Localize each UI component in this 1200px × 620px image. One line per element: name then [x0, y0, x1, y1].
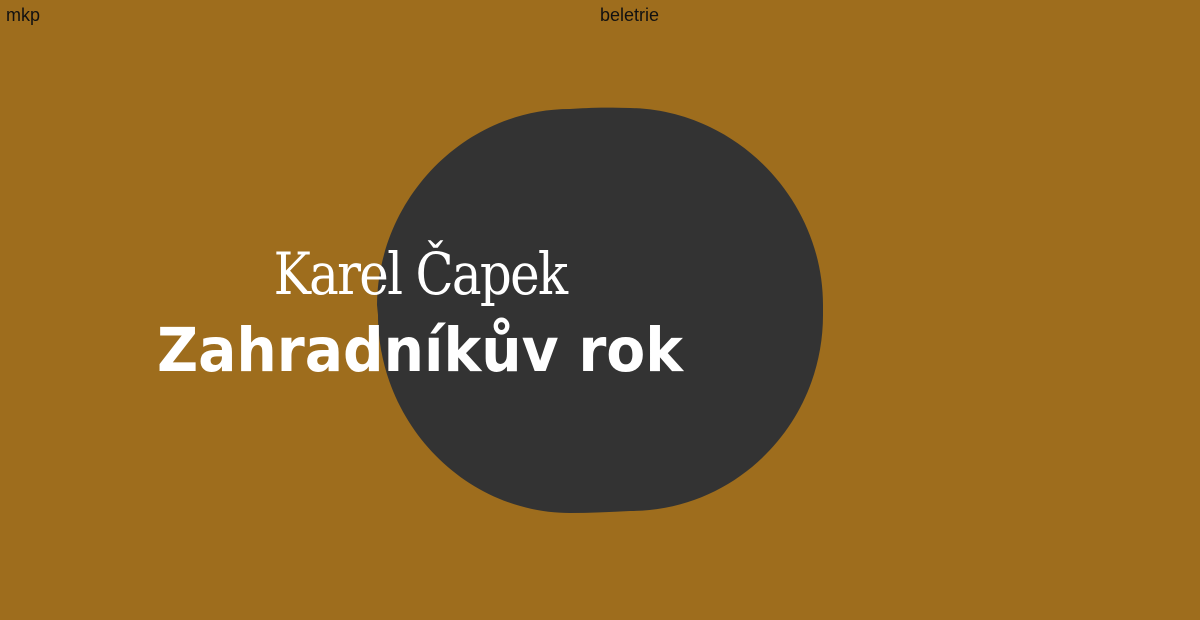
- category-label: beletrie: [600, 5, 660, 25]
- book-cover: mkp beletrie Karel Čapek Zahradníkův rok: [0, 0, 1200, 620]
- author-name: Karel Čapek: [273, 240, 569, 308]
- publisher-label: mkp: [6, 5, 41, 25]
- book-title: Zahradníkův rok: [156, 315, 684, 386]
